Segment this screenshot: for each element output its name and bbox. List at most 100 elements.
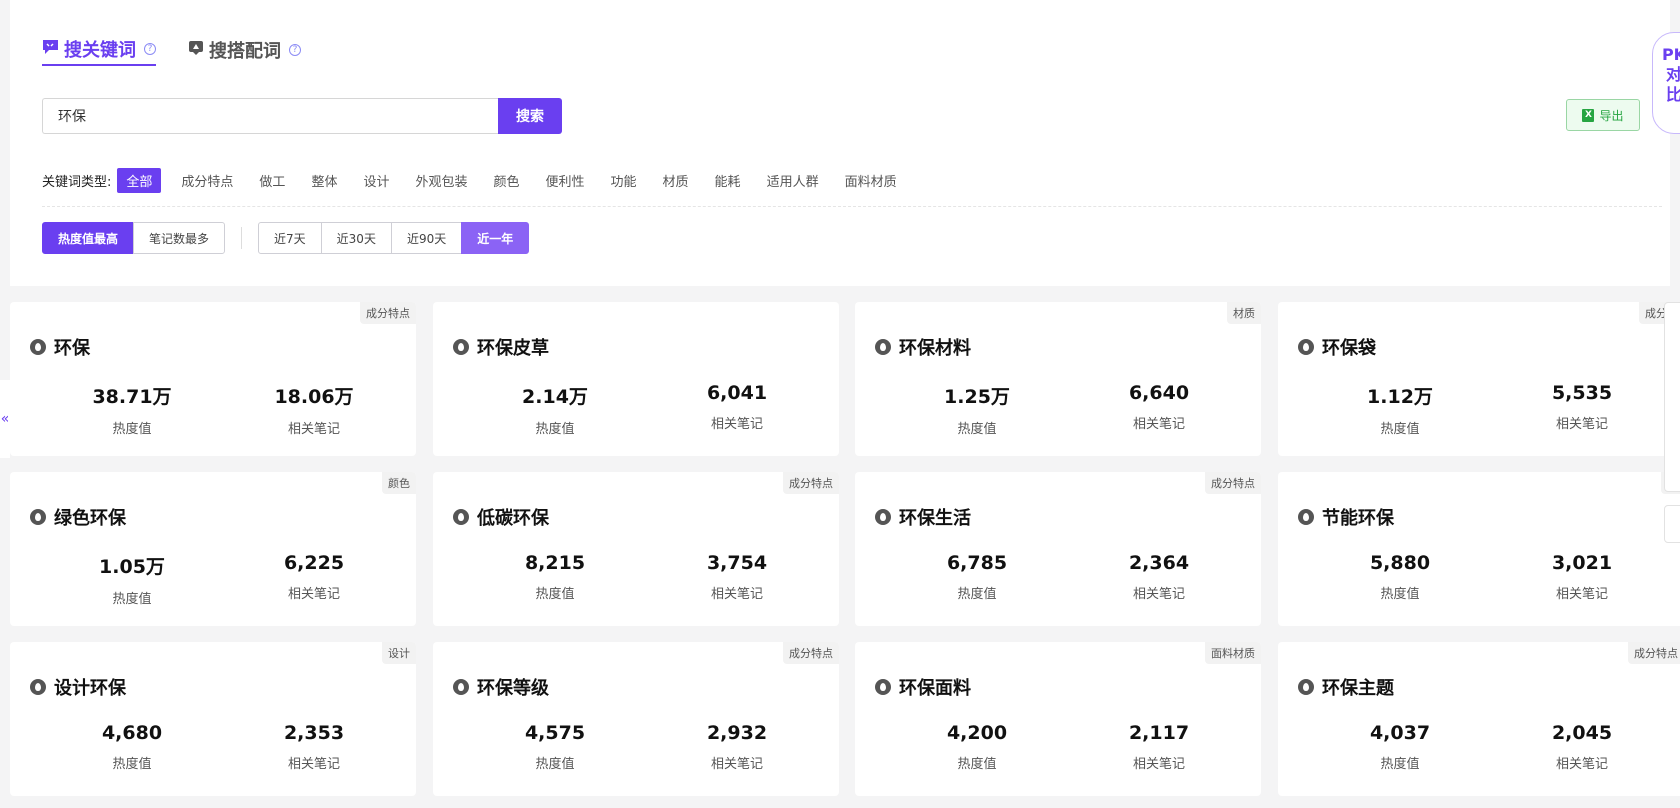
heat-label: 热度值 bbox=[535, 587, 575, 602]
card-title: 环保皮草 bbox=[453, 334, 549, 360]
notes-value: 6,225 bbox=[283, 552, 345, 574]
divider bbox=[42, 206, 1662, 207]
notes-value: 2,932 bbox=[706, 722, 768, 744]
filter-chip[interactable]: 功能 bbox=[611, 171, 637, 190]
search-box: 搜索 bbox=[42, 98, 562, 134]
chat-icon bbox=[42, 39, 59, 60]
keyword-text: 环保材料 bbox=[899, 338, 971, 359]
tab-search-keywords[interactable]: 搜关键词 ? bbox=[42, 34, 156, 66]
collapse-handle[interactable]: « bbox=[0, 380, 10, 458]
card-title: 环保面料 bbox=[875, 674, 971, 700]
filter-chip-all[interactable]: 全部 bbox=[117, 168, 162, 193]
filter-chip[interactable]: 成分特点 bbox=[181, 171, 233, 190]
side-toolbar[interactable] bbox=[1664, 302, 1680, 492]
help-icon[interactable]: ? bbox=[289, 44, 301, 56]
fire-icon bbox=[1298, 679, 1314, 695]
filter-chip[interactable]: 材质 bbox=[663, 171, 689, 190]
search-button[interactable]: 搜索 bbox=[498, 98, 562, 134]
heat-label: 热度值 bbox=[1380, 422, 1420, 437]
keyword-card[interactable]: 能节能环保5,880热度值3,021相关笔记 bbox=[1278, 472, 1680, 626]
heat-value: 4,680 bbox=[101, 722, 163, 744]
notes-stat: 5,535 相关笔记 bbox=[1502, 382, 1662, 432]
tab-bar: 搜关键词 ? 搜搭配词 ? bbox=[42, 34, 301, 66]
help-icon[interactable]: ? bbox=[144, 43, 156, 55]
filter-chip[interactable]: 便利性 bbox=[546, 171, 585, 190]
notes-label: 相关笔记 bbox=[1132, 757, 1185, 772]
notes-stat: 2,117 相关笔记 bbox=[1079, 722, 1239, 772]
keyword-card[interactable]: 成分特 环保袋 1.12万 热度值 5,535 相关笔记 bbox=[1278, 302, 1680, 456]
filter-chip[interactable]: 做工 bbox=[259, 171, 285, 190]
filter-chip[interactable]: 能耗 bbox=[715, 171, 741, 190]
notes-value: 6,640 bbox=[1128, 382, 1190, 404]
heat-value: 38.71万 bbox=[92, 386, 172, 408]
notes-label: 相关笔记 bbox=[287, 757, 340, 772]
card-title: 节能环保 bbox=[1298, 504, 1394, 530]
sort-by-heat-button[interactable]: 热度值最高 bbox=[42, 222, 135, 254]
notes-label: 相关笔记 bbox=[1132, 417, 1185, 432]
search-input[interactable] bbox=[42, 98, 498, 134]
keyword-card[interactable]: 材质环保材料 1.25万 热度值 6,640 相关笔记 bbox=[855, 302, 1261, 456]
notes-stat: 6,041 相关笔记 bbox=[657, 382, 817, 432]
filter-chip[interactable]: 适用人群 bbox=[767, 171, 819, 190]
notes-stat: 3,754 相关笔记 bbox=[657, 552, 817, 602]
fire-icon bbox=[453, 509, 469, 525]
side-tool-button[interactable] bbox=[1664, 505, 1680, 543]
heat-label: 热度值 bbox=[112, 592, 152, 607]
keyword-card[interactable]: 成分特点 环保 38.71万 热度值 18.06万 相关笔记 bbox=[10, 302, 416, 456]
excel-icon: X bbox=[1582, 108, 1595, 122]
heat-value: 4,037 bbox=[1369, 722, 1431, 744]
category-tag: 成分特点 bbox=[783, 642, 839, 664]
notes-value: 6,041 bbox=[706, 382, 768, 404]
category-tag: 材质 bbox=[1227, 302, 1261, 324]
range-7d-button[interactable]: 近7天 bbox=[258, 222, 322, 254]
heat-stat: 6,785 热度值 bbox=[897, 552, 1057, 602]
fire-icon bbox=[875, 509, 891, 525]
notes-value: 18.06万 bbox=[274, 386, 354, 408]
heat-label: 热度值 bbox=[957, 422, 997, 437]
fire-icon bbox=[453, 679, 469, 695]
heat-label: 热度值 bbox=[1380, 757, 1420, 772]
export-button[interactable]: X 导出 bbox=[1566, 99, 1640, 131]
keyword-text: 环保 bbox=[54, 338, 90, 359]
keyword-card[interactable]: 成分特点 环保主题 4,037 热度值 2,045 相关笔记 bbox=[1278, 642, 1680, 796]
keyword-card[interactable]: 面料材质 环保面料 4,200 热度值 2,117 相关笔记 bbox=[855, 642, 1261, 796]
heat-stat: 8,215 热度值 bbox=[475, 552, 635, 602]
double-chevron-left-icon: « bbox=[0, 411, 10, 427]
card-title: 环保等级 bbox=[453, 674, 549, 700]
sort-by-notes-button[interactable]: 笔记数最多 bbox=[133, 222, 226, 254]
fire-icon bbox=[30, 339, 46, 355]
filter-chip[interactable]: 颜色 bbox=[493, 171, 519, 190]
notes-label: 相关笔记 bbox=[1555, 587, 1608, 602]
heat-value: 8,215 bbox=[524, 552, 586, 574]
range-30d-button[interactable]: 近30天 bbox=[320, 222, 392, 254]
notes-value: 2,364 bbox=[1128, 552, 1190, 574]
keyword-card[interactable]: 成分特点 环保生活 6,785 热度值 2,364 相关笔记 bbox=[855, 472, 1261, 626]
pk-compare-button[interactable]: PK 对 比 bbox=[1652, 32, 1680, 134]
heat-stat: 1.25万 热度值 bbox=[897, 382, 1057, 437]
keyword-card[interactable]: 成分特点 低碳环保 8,215 热度值 3,754 相关笔记 bbox=[433, 472, 839, 626]
notes-label: 相关笔记 bbox=[710, 587, 763, 602]
keyword-card[interactable]: 颜色 绿色环保 1.05万 热度值 6,225 相关笔记 bbox=[10, 472, 416, 626]
keyword-text: 环保面料 bbox=[899, 678, 971, 699]
notes-stat: 2,045 相关笔记 bbox=[1502, 722, 1662, 772]
card-title: 环保主题 bbox=[1298, 674, 1394, 700]
category-tag: 设计 bbox=[382, 642, 416, 664]
heat-value: 6,785 bbox=[946, 552, 1008, 574]
filter-chip[interactable]: 外观包装 bbox=[415, 171, 467, 190]
notes-value: 5,535 bbox=[1551, 382, 1613, 404]
heat-value: 4,200 bbox=[946, 722, 1008, 744]
filter-chip[interactable]: 整体 bbox=[311, 171, 337, 190]
filter-chip[interactable]: 面料材质 bbox=[845, 171, 897, 190]
card-title: 环保材料 bbox=[875, 334, 971, 360]
keyword-card[interactable]: 环保皮草 2.14万 热度值 6,041 相关笔记 bbox=[433, 302, 839, 456]
card-title: 环保袋 bbox=[1298, 334, 1376, 360]
keyword-card[interactable]: 设计 设计环保 4,680 热度值 2,353 相关笔记 bbox=[10, 642, 416, 796]
keyword-card[interactable]: 成分特点 环保等级 4,575 热度值 2,932 相关笔记 bbox=[433, 642, 839, 796]
filter-chip[interactable]: 设计 bbox=[363, 171, 389, 190]
range-1y-button[interactable]: 近一年 bbox=[461, 222, 530, 254]
category-tag: 颜色 bbox=[382, 472, 416, 494]
tab-search-collocations[interactable]: 搜搭配词 ? bbox=[188, 34, 301, 66]
range-90d-button[interactable]: 近90天 bbox=[390, 222, 463, 254]
separator bbox=[241, 227, 243, 249]
keyword-text: 环保主题 bbox=[1322, 678, 1394, 699]
